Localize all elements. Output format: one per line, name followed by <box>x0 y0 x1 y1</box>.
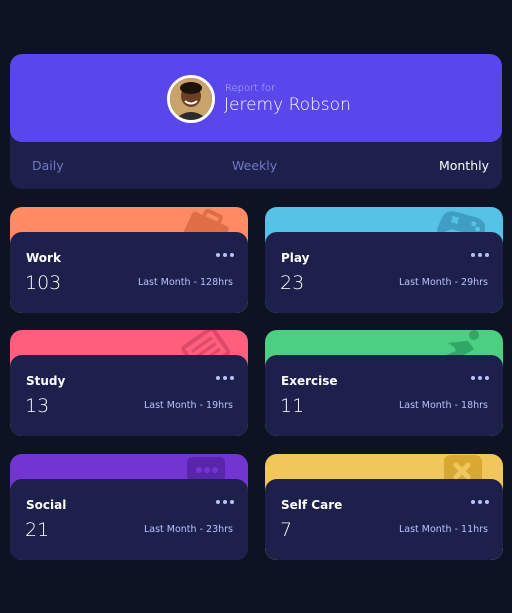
current-hours: 21 <box>25 519 50 541</box>
card-study: Study 13 Last Month - 19hrs <box>10 330 248 436</box>
card-play: Play 23 Last Month - 29hrs <box>265 207 503 313</box>
card-title: Social <box>26 498 67 512</box>
ellipsis-icon[interactable] <box>471 372 489 384</box>
previous-hours: Last Month - 128hrs <box>137 277 233 288</box>
profile-header: Report for Jeremy Robson <box>10 54 502 142</box>
ellipsis-icon[interactable] <box>216 372 234 384</box>
report-for-label: Report for <box>225 83 276 94</box>
time-tracking-dashboard: Report for Jeremy Robson Daily Weekly Mo… <box>0 0 512 613</box>
tab-weekly[interactable]: Weekly <box>232 158 277 173</box>
tab-daily[interactable]: Daily <box>32 158 64 173</box>
card-body: Exercise 11 Last Month - 18hrs <box>265 355 503 436</box>
tab-monthly[interactable]: Monthly <box>439 158 489 173</box>
card-self-care: Self Care 7 Last Month - 11hrs <box>265 454 503 560</box>
previous-hours: Last Month - 29hrs <box>398 277 488 288</box>
card-title: Play <box>281 251 310 265</box>
current-hours: 13 <box>25 395 50 417</box>
ellipsis-icon[interactable] <box>216 249 234 261</box>
card-title: Study <box>26 374 66 388</box>
card-exercise: Exercise 11 Last Month - 18hrs <box>265 330 503 436</box>
card-work: Work 103 Last Month - 128hrs <box>10 207 248 313</box>
card-title: Self Care <box>281 498 343 512</box>
current-hours: 23 <box>280 272 305 294</box>
card-body: Social 21 Last Month - 23hrs <box>10 479 248 560</box>
ellipsis-icon[interactable] <box>216 496 234 508</box>
current-hours: 103 <box>25 272 62 294</box>
card-body: Work 103 Last Month - 128hrs <box>10 232 248 313</box>
card-title: Exercise <box>281 374 338 388</box>
previous-hours: Last Month - 23hrs <box>143 524 233 535</box>
timeframe-tabs: Daily Weekly Monthly <box>10 142 502 189</box>
ellipsis-icon[interactable] <box>471 496 489 508</box>
avatar <box>167 75 215 123</box>
current-hours: 11 <box>280 395 305 417</box>
card-title: Work <box>26 251 61 265</box>
profile-card: Report for Jeremy Robson Daily Weekly Mo… <box>10 54 502 189</box>
current-hours: 7 <box>280 519 293 541</box>
previous-hours: Last Month - 11hrs <box>398 524 488 535</box>
card-social: Social 21 Last Month - 23hrs <box>10 454 248 560</box>
previous-hours: Last Month - 18hrs <box>398 400 488 411</box>
previous-hours: Last Month - 19hrs <box>143 400 233 411</box>
card-body: Study 13 Last Month - 19hrs <box>10 355 248 436</box>
avatar-portrait-icon <box>170 78 212 120</box>
card-body: Self Care 7 Last Month - 11hrs <box>265 479 503 560</box>
user-name: Jeremy Robson <box>224 95 351 115</box>
card-body: Play 23 Last Month - 29hrs <box>265 232 503 313</box>
ellipsis-icon[interactable] <box>471 249 489 261</box>
